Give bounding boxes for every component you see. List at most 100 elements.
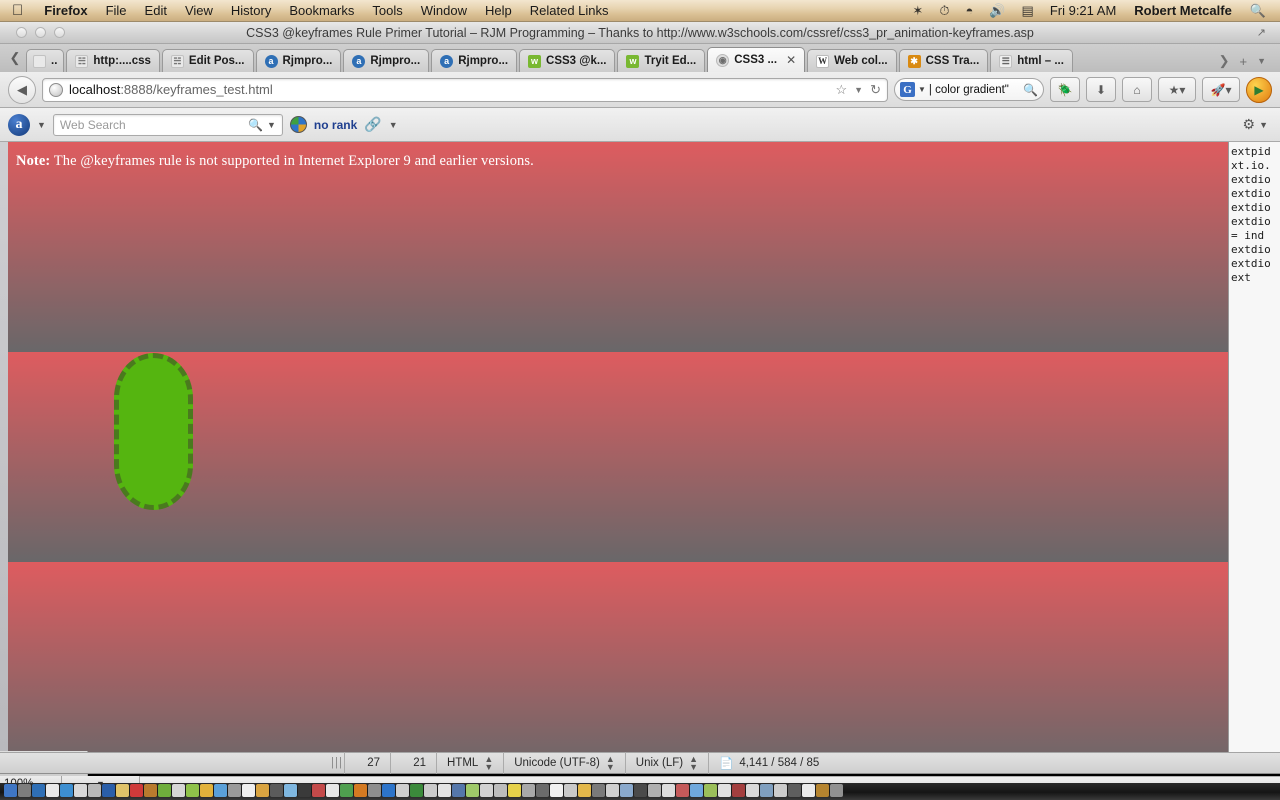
dock-item-36[interactable] [508,784,521,797]
chevron-down-icon[interactable]: ▼ [37,120,46,130]
stepper-icon[interactable]: ▲ ▼ [484,755,493,772]
dock-item-30[interactable] [424,784,437,797]
dock-item-28[interactable] [396,784,409,797]
close-window-button[interactable] [16,27,27,38]
chevron-down-icon[interactable]: ▼ [267,120,276,130]
tab-1[interactable]: ☵ http:....css [66,49,160,72]
wifi-icon[interactable]: ◓ [957,0,981,22]
dock-item-53[interactable] [746,784,759,797]
chain-link-icon[interactable]: 🔗 [364,116,381,133]
tab-4[interactable]: a Rjmpro... [343,49,430,72]
dock-item-13[interactable] [186,784,199,797]
dock-item-31[interactable] [438,784,451,797]
dock-item-24[interactable] [340,784,353,797]
menu-user-name[interactable]: Robert Metcalfe [1124,3,1242,18]
menu-item-history[interactable]: History [222,0,280,22]
zoom-window-button[interactable] [54,27,65,38]
tab-9[interactable]: W Web col... [807,49,897,72]
battery-icon[interactable]: ▤ [1014,0,1042,22]
dock-item-19[interactable] [270,784,283,797]
chevron-down-icon[interactable]: ▼ [854,85,863,95]
dock-item-29[interactable] [410,784,423,797]
dock-item-51[interactable] [718,784,731,797]
downloads-button[interactable]: ⬇ [1086,77,1116,102]
dock-item-25[interactable] [354,784,367,797]
google-search-engine-icon[interactable]: G [900,82,915,97]
menu-item-edit[interactable]: Edit [136,0,176,22]
dock-item-7[interactable] [102,784,115,797]
dock-item-35[interactable] [494,784,507,797]
close-icon[interactable]: ✕ [786,53,796,67]
alexa-search-input[interactable]: Web Search [60,118,248,132]
tab-0[interactable]: .. [26,49,65,72]
dock-item-57[interactable] [802,784,815,797]
tab-6[interactable]: w CSS3 @k... [519,49,616,72]
dock-item-44[interactable] [620,784,633,797]
tab-10[interactable]: ✱ CSS Tra... [898,49,989,72]
search-bar[interactable]: G ▼ | color gradient" 🔍 [894,78,1044,101]
chevron-down-icon[interactable]: ▼ [1259,120,1268,130]
menu-item-tools[interactable]: Tools [363,0,411,22]
dock-item-46[interactable] [648,784,661,797]
stepper-icon[interactable]: ▲ ▼ [689,755,698,772]
menu-item-file[interactable]: File [97,0,136,22]
firebug-button[interactable]: 🪲 [1050,77,1080,102]
dock-item-49[interactable] [690,784,703,797]
dock-item-11[interactable] [158,784,171,797]
tabs-scroll-right-button[interactable]: ❯ [1219,53,1230,69]
dock-item-33[interactable] [466,784,479,797]
alexa-search-box[interactable]: Web Search 🔍 ▼ [52,113,283,136]
dock-item-34[interactable] [480,784,493,797]
dock-item-5[interactable] [74,784,87,797]
tab-11[interactable]: ☰ html – ... [990,49,1073,72]
reload-icon[interactable]: ↻ [870,82,881,98]
bookmarks-menu-button[interactable]: ★▾ [1158,77,1196,102]
fullscreen-icon[interactable]: ↗ [1257,26,1280,39]
dock-item-18[interactable] [256,784,269,797]
dock-item-9[interactable] [130,784,143,797]
dock-item-54[interactable] [760,784,773,797]
back-button[interactable]: ◀ [8,75,36,104]
dock-item-2[interactable] [32,784,45,797]
dock-item-56[interactable] [788,784,801,797]
url-bar[interactable]: localhost:8888/keyframes_test.html ☆ ▼ ↻ [42,77,888,102]
dock-item-48[interactable] [676,784,689,797]
dock-item-26[interactable] [368,784,381,797]
tab-3[interactable]: a Rjmpro... [255,49,342,72]
dock-item-10[interactable] [144,784,157,797]
dock-item-0[interactable] [4,784,17,797]
dock-item-14[interactable] [200,784,213,797]
stepper-icon[interactable]: ▲ ▼ [606,755,615,772]
dock-item-39[interactable] [550,784,563,797]
mac-dock[interactable] [0,783,1280,800]
dock-item-15[interactable] [214,784,227,797]
editor-peek-panel[interactable]: extpid xt.io. extdio extdio extdio extdi… [1228,142,1280,752]
tab-7[interactable]: w Tryit Ed... [617,49,706,72]
dock-item-41[interactable] [578,784,591,797]
dock-item-12[interactable] [172,784,185,797]
dock-item-22[interactable] [312,784,325,797]
dock-item-45[interactable] [634,784,647,797]
chevron-down-icon[interactable]: ▼ [389,120,398,130]
spotlight-search-icon[interactable]: 🔍 [1242,0,1274,22]
status-syntax-select[interactable]: HTML ▲ ▼ [436,752,503,774]
new-tab-button[interactable]: + [1239,54,1247,69]
menu-item-view[interactable]: View [176,0,222,22]
tab-5[interactable]: a Rjmpro... [431,49,518,72]
list-all-tabs-button[interactable]: ▼ [1257,56,1266,66]
addon-button[interactable]: 🚀▾ [1202,77,1240,102]
feed-play-icon[interactable]: ▶ [1246,76,1272,103]
menu-item-bookmarks[interactable]: Bookmarks [280,0,363,22]
gear-icon[interactable]: ⚙ [1243,116,1256,133]
tab-2[interactable]: ☵ Edit Pos... [161,49,254,72]
dock-item-55[interactable] [774,784,787,797]
resize-grip-icon[interactable]: ||| [330,757,344,769]
dock-item-38[interactable] [536,784,549,797]
dock-item-23[interactable] [326,784,339,797]
dock-item-27[interactable] [382,784,395,797]
dock-item-1[interactable] [18,784,31,797]
menu-item-related-links[interactable]: Related Links [521,0,618,22]
dock-item-8[interactable] [116,784,129,797]
dock-item-6[interactable] [88,784,101,797]
dock-item-40[interactable] [564,784,577,797]
